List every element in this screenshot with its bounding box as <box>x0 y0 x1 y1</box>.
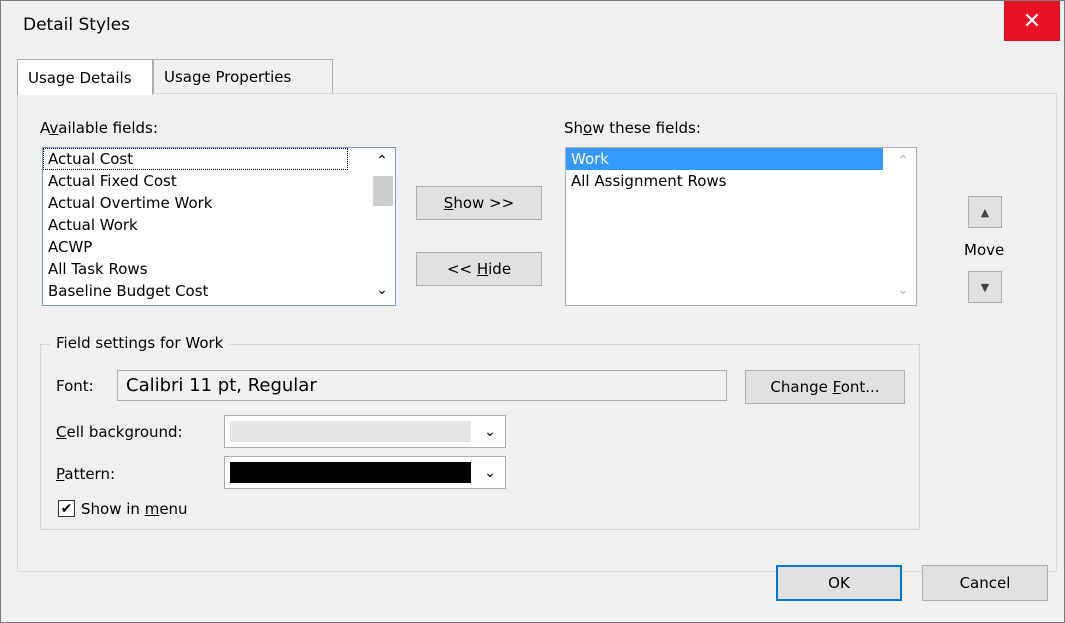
check-icon: ✔ <box>60 500 73 517</box>
show-button-label-rest: how >> <box>453 194 515 212</box>
scroll-up-icon[interactable]: ⌃ <box>890 150 916 172</box>
hide-button-label: << Hide <box>446 260 512 278</box>
list-item[interactable]: Actual Work <box>43 214 348 236</box>
close-button[interactable]: ✕ <box>1004 1 1060 41</box>
cancel-label: Cancel <box>959 574 1011 592</box>
scroll-up-icon[interactable]: ⌃ <box>369 150 395 172</box>
move-down-icon: ▼ <box>980 280 990 294</box>
chevron-down-icon[interactable]: ⌄ <box>475 457 505 488</box>
scrollbar-thumb[interactable] <box>373 176 393 206</box>
tab-usage-properties-label: Usage Properties <box>164 67 292 86</box>
change-font-label: Change Font... <box>770 378 880 396</box>
close-icon: ✕ <box>1022 8 1042 34</box>
list-item[interactable]: Baseline Budget Cost <box>43 280 348 302</box>
list-item[interactable]: Actual Fixed Cost <box>43 170 348 192</box>
pattern-swatch <box>230 462 471 483</box>
list-item[interactable]: Actual Overtime Work <box>43 192 348 214</box>
scroll-down-icon[interactable]: ⌄ <box>369 279 395 301</box>
font-display-field: Calibri 11 pt, Regular <box>117 370 727 401</box>
field-settings-title: Field settings for Work <box>50 334 230 352</box>
cancel-button[interactable]: Cancel <box>922 565 1048 601</box>
available-scrollbar[interactable]: ⌃ ⌄ <box>369 148 395 305</box>
move-down-button[interactable]: ▼ <box>968 271 1002 303</box>
cell-background-swatch <box>230 421 471 442</box>
show-in-menu-label: Show in menu <box>81 500 188 518</box>
available-fields-list[interactable]: Actual Cost Actual Fixed Cost Actual Overt… <box>42 147 396 306</box>
show-fields-label: Show these fields: <box>564 119 701 137</box>
show-button[interactable]: Show >> <box>416 186 542 220</box>
tab-panel: Available fields: Actual Cost Actual Fixe… <box>17 93 1057 601</box>
title-bar: Detail Styles ✕ <box>1 1 1064 49</box>
cell-background-combo[interactable]: ⌄ <box>224 415 506 448</box>
list-item[interactable]: All Task Rows <box>43 258 348 280</box>
show-button-label: Show >> <box>443 194 515 212</box>
detail-styles-dialog: Detail Styles ✕ Usage Details Usage Prop… <box>0 0 1065 623</box>
ok-button[interactable]: OK <box>776 565 902 601</box>
tab-usage-details[interactable]: Usage Details <box>17 59 153 95</box>
pattern-label: Pattern: <box>56 465 116 483</box>
list-item[interactable]: All Assignment Rows <box>566 170 883 192</box>
cell-background-label: Cell background: <box>56 423 183 441</box>
move-label: Move <box>964 241 1005 259</box>
show-fields-scrollbar[interactable]: ⌃ ⌄ <box>890 148 916 305</box>
list-item[interactable]: Work <box>566 148 883 170</box>
change-font-button[interactable]: Change Font... <box>745 370 905 404</box>
list-item[interactable]: Actual Cost <box>43 148 348 170</box>
available-fields-label: Available fields: <box>40 119 158 137</box>
list-item[interactable]: ACWP <box>43 236 348 258</box>
move-up-button[interactable]: ▲ <box>968 196 1002 228</box>
dialog-title: Detail Styles <box>23 15 131 35</box>
show-fields-list[interactable]: Work All Assignment Rows ⌃ ⌄ <box>565 147 917 306</box>
hide-button[interactable]: << Hide <box>416 252 542 286</box>
tab-usage-details-label: Usage Details <box>28 68 132 87</box>
tab-usage-properties[interactable]: Usage Properties <box>153 59 333 93</box>
font-label: Font: <box>56 377 94 395</box>
font-display-value: Calibri 11 pt, Regular <box>126 375 317 396</box>
pattern-combo[interactable]: ⌄ <box>224 456 506 489</box>
chevron-down-icon[interactable]: ⌄ <box>475 416 505 447</box>
ok-label: OK <box>828 574 850 592</box>
show-in-menu-checkbox[interactable]: ✔ <box>58 500 75 517</box>
scroll-down-icon[interactable]: ⌄ <box>890 279 916 301</box>
move-up-icon: ▲ <box>980 205 990 219</box>
